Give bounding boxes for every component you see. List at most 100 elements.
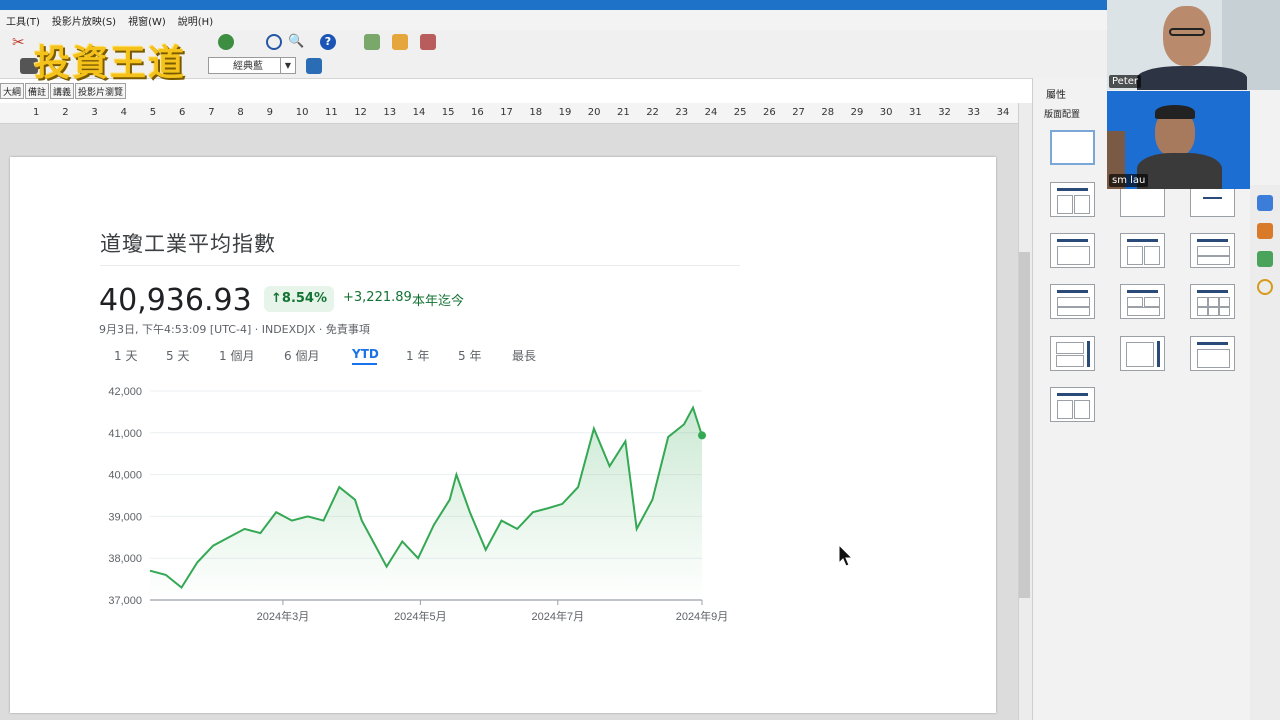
tab-slide-sorter[interactable]: 投影片瀏覽: [75, 83, 127, 99]
layout-vertical-title[interactable]: [1050, 336, 1095, 371]
ruler-number: 25: [733, 107, 747, 118]
quote-meta: 9月3日, 下午4:53:09 [UTC-4] · INDEXDJX · 免責事…: [99, 323, 370, 336]
ruler-number: 34: [996, 107, 1010, 118]
ruler-number: 8: [237, 107, 244, 118]
ruler-number: 23: [675, 107, 689, 118]
ruler-number: 15: [441, 107, 455, 118]
insert-slide-icon[interactable]: [364, 34, 380, 50]
ruler-number: 11: [325, 107, 338, 118]
horizontal-ruler[interactable]: 1 2 3 4 5 6 7 8 9 10 11 12 13 14 15 16 17 18 19 20 21 22 23 24 2…: [0, 103, 1018, 124]
layout-title-content[interactable]: [1050, 233, 1095, 268]
video-tile-peter[interactable]: Peter: [1107, 0, 1280, 90]
tab-outline[interactable]: 大綱: [0, 83, 25, 99]
menu-bar: 工具(T) 投影片放映(S) 視窗(W) 說明(H): [0, 10, 1107, 30]
y-tick-label: 42,000: [108, 386, 142, 398]
layout-title-three[interactable]: [1120, 284, 1165, 319]
mouse-cursor-icon: [838, 544, 854, 567]
ruler-number: 13: [383, 107, 397, 118]
range-max[interactable]: 最長: [512, 347, 536, 364]
ruler-number: 4: [120, 107, 127, 118]
layout-title-four[interactable]: [1190, 284, 1235, 319]
range-1m[interactable]: 1 個月: [219, 347, 254, 364]
ruler-number: 7: [208, 107, 215, 118]
x-tick-label: 2024年7月: [532, 609, 585, 623]
panel-title: 屬性: [1046, 90, 1066, 101]
ruler-number: 14: [412, 107, 426, 118]
ruler-number: 18: [529, 107, 543, 118]
layout-title-content-3[interactable]: [1190, 233, 1235, 268]
point-change: +3,221.89: [343, 290, 412, 305]
range-6m[interactable]: 6 個月: [284, 347, 319, 364]
x-tick-label: 2024年3月: [257, 609, 310, 623]
layout-blank[interactable]: [1050, 130, 1095, 165]
layout-title-vertical[interactable]: [1190, 336, 1235, 371]
ruler-number: 20: [587, 107, 601, 118]
y-tick-label: 37,000: [108, 595, 142, 607]
participant-hair: [1155, 105, 1195, 119]
layout-vertical-title-2[interactable]: [1120, 336, 1165, 371]
video-tile-sm-lau[interactable]: sm lau: [1107, 91, 1250, 189]
layout-title-two-content[interactable]: [1050, 182, 1095, 217]
glasses-icon: [1169, 28, 1205, 36]
theme-combobox[interactable]: 經典藍 ▼: [208, 57, 296, 74]
layout-title-content-2[interactable]: [1120, 233, 1165, 268]
help-icon[interactable]: ?: [320, 34, 336, 50]
title-bar: [0, 0, 1107, 10]
ruler-number: 6: [179, 107, 186, 118]
range-1y[interactable]: 1 年: [406, 347, 429, 364]
cut-icon[interactable]: ✂: [12, 34, 28, 50]
ruler-number: 17: [500, 107, 513, 118]
participant-shirt: [1137, 66, 1247, 90]
zoom-icon[interactable]: 🔍: [288, 34, 304, 50]
selected-range-indicator: [352, 363, 377, 365]
menu-window[interactable]: 視窗(W): [128, 13, 166, 28]
percent-change-badge: ↑8.54%: [264, 286, 334, 312]
styles-deck-icon[interactable]: [1257, 223, 1273, 239]
range-5y[interactable]: 5 年: [458, 347, 481, 364]
display-icon[interactable]: [306, 58, 322, 74]
menu-help[interactable]: 說明(H): [178, 13, 213, 28]
channel-logo: 投資王道: [34, 42, 187, 84]
ruler-number: 10: [295, 107, 309, 118]
ruler-number: 3: [91, 107, 98, 118]
ruler-number: 22: [646, 107, 659, 118]
x-tick-label: 2024年5月: [394, 609, 447, 623]
navigator-deck-icon[interactable]: [1257, 279, 1273, 295]
theme-combo-value: 經典藍: [233, 61, 263, 72]
slide-title: 道瓊工業平均指數: [100, 232, 276, 256]
ruler-number: 16: [471, 107, 484, 118]
ruler-number: 27: [792, 107, 805, 118]
participant-name: sm lau: [1109, 174, 1149, 187]
y-tick-label: 38,000: [108, 553, 142, 565]
navigator-icon[interactable]: [266, 34, 282, 50]
ruler-number: 30: [879, 107, 893, 118]
menu-slideshow[interactable]: 投影片放映(S): [52, 13, 116, 28]
ruler-number: 33: [967, 107, 981, 118]
menu-tools[interactable]: 工具(T): [6, 13, 40, 28]
tab-handout[interactable]: 講義: [50, 83, 75, 99]
layout-title-two-rows[interactable]: [1050, 284, 1095, 319]
globe-icon[interactable]: [218, 34, 234, 50]
tab-notes[interactable]: 備註: [25, 83, 50, 99]
ruler-number: 5: [149, 107, 157, 118]
properties-deck-icon[interactable]: [1257, 195, 1273, 211]
range-1d[interactable]: 1 天: [114, 347, 137, 364]
ruler-number: 2: [62, 107, 69, 118]
range-ytd[interactable]: YTD: [352, 347, 379, 361]
ruler-number: 32: [938, 107, 951, 118]
ruler-number: 29: [850, 107, 864, 118]
layouts-section-header[interactable]: 版面配置: [1044, 107, 1080, 120]
image-icon[interactable]: [392, 34, 408, 50]
layout-title-two-content-b[interactable]: [1050, 387, 1095, 422]
sidebar-deck: [1250, 185, 1280, 720]
slideshow-icon[interactable]: [420, 34, 436, 50]
scrollbar-thumb[interactable]: [1019, 252, 1030, 598]
index-price: 40,936.93: [99, 283, 252, 318]
participant-shirt: [1137, 153, 1222, 189]
gallery-deck-icon[interactable]: [1257, 251, 1273, 267]
range-5d[interactable]: 5 天: [166, 347, 189, 364]
chevron-down-icon[interactable]: ▼: [280, 58, 295, 73]
price-area: [150, 407, 702, 600]
ruler-number: 9: [266, 107, 273, 118]
y-tick-label: 39,000: [108, 511, 142, 523]
